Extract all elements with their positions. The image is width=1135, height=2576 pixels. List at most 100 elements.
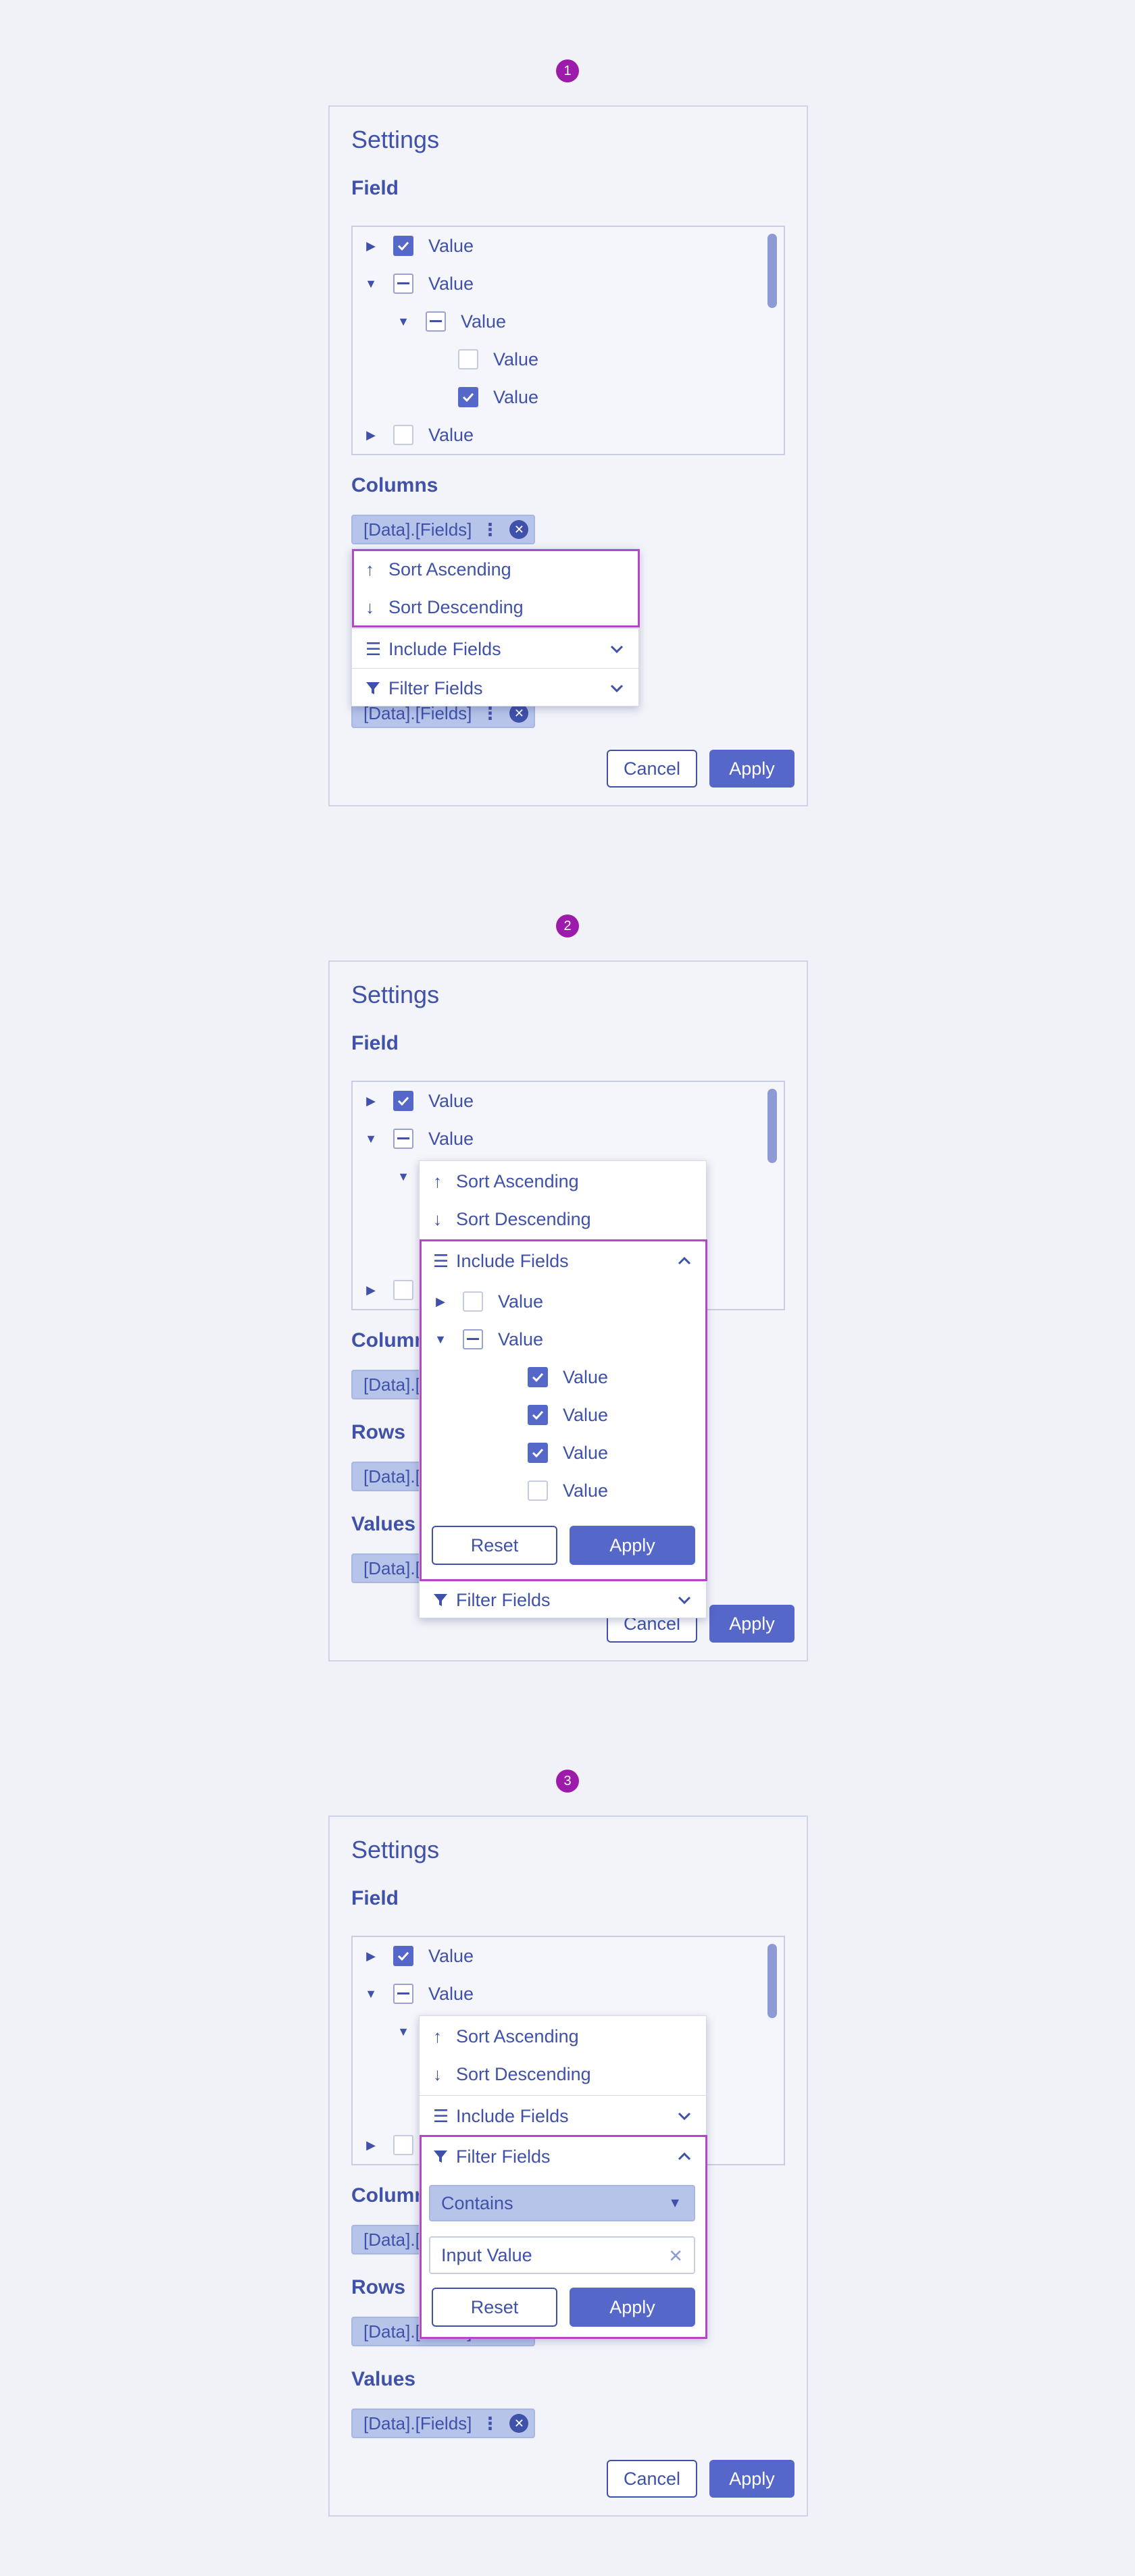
field-tree-scrollbar[interactable] xyxy=(767,1089,777,1163)
checkbox-unchecked[interactable] xyxy=(393,425,413,445)
chip-context-menu: ↑ Sort Ascending ↓ Sort Descending ☰ Inc… xyxy=(419,1160,707,1618)
arrow-up-icon: ↑ xyxy=(433,1170,442,1191)
funnel-icon xyxy=(365,681,388,696)
chip-label: [Data].[Fields] xyxy=(363,519,472,540)
tree-row-label: Value xyxy=(428,424,474,445)
menu-item-label: Sort Descending xyxy=(456,1208,591,1229)
checkbox-partial[interactable] xyxy=(393,274,413,294)
tree-row-label: Value xyxy=(461,311,507,332)
tree-row[interactable]: ▶ Value xyxy=(363,232,474,259)
menu-item-label: Sort Descending xyxy=(456,2063,591,2084)
remove-chip-icon[interactable]: ✕ xyxy=(509,2414,529,2433)
field-tree-scrollbar[interactable] xyxy=(767,234,777,308)
menu-item-label: Filter Fields xyxy=(456,1589,551,1610)
tree-row[interactable]: ▼ Value xyxy=(363,1125,474,1152)
columns-chip[interactable]: [Data].[Fields] ⋮ ✕ xyxy=(351,515,535,544)
caret-right-icon[interactable]: ▶ xyxy=(363,2138,378,2153)
tree-row[interactable]: ▼ Value xyxy=(396,308,506,335)
tree-row[interactable]: ▼ Value xyxy=(428,384,538,411)
cancel-button[interactable]: Cancel xyxy=(607,750,697,788)
sort-ascending-item[interactable]: ↑ Sort Ascending xyxy=(420,2017,706,2055)
tree-row-label: Value xyxy=(428,1090,474,1111)
list-icon: ☰ xyxy=(365,638,382,659)
cancel-button[interactable]: Cancel xyxy=(607,2460,697,2498)
menu-divider xyxy=(420,2095,706,2096)
sort-group-highlight xyxy=(352,549,640,627)
apply-button[interactable]: Apply xyxy=(709,750,794,788)
settings-panel: Settings Field ▶ Value ▼ Value ▼ Value ▼… xyxy=(328,105,808,806)
caret-down-icon[interactable]: ▼ xyxy=(363,1987,378,2001)
checkbox-partial[interactable] xyxy=(393,1984,413,2004)
tree-row[interactable]: ▶ Value xyxy=(363,1087,474,1114)
step-badge: 3 xyxy=(556,1770,579,1793)
checkbox-unchecked[interactable] xyxy=(458,349,478,369)
checkbox-checked[interactable] xyxy=(393,236,413,256)
remove-chip-icon[interactable]: ✕ xyxy=(509,520,529,539)
funnel-icon xyxy=(433,1593,456,1607)
checkbox-unchecked[interactable] xyxy=(393,1280,413,1300)
menu-divider xyxy=(352,668,638,669)
caret-right-icon[interactable]: ▶ xyxy=(363,1949,378,1963)
caret-right-icon[interactable]: ▶ xyxy=(363,1283,378,1297)
tree-row-label: Value xyxy=(428,273,474,294)
menu-item-label: Include Fields xyxy=(388,638,501,659)
tree-row[interactable]: ▼ Value xyxy=(363,1980,474,2007)
caret-right-icon[interactable]: ▶ xyxy=(363,1094,378,1108)
chevron-down-icon xyxy=(676,1592,692,1608)
values-label: Values xyxy=(351,1513,416,1535)
checkbox-checked[interactable] xyxy=(458,387,478,407)
checkbox-checked[interactable] xyxy=(393,1091,413,1111)
checkbox-partial[interactable] xyxy=(426,311,446,332)
values-chip[interactable]: [Data].[Fields] ⋮ ✕ xyxy=(351,2408,535,2438)
caret-down-icon[interactable]: ▼ xyxy=(396,1170,411,1184)
filter-fields-highlight xyxy=(420,2135,707,2339)
include-fields-item[interactable]: ☰ Include Fields xyxy=(352,630,638,668)
field-label: Field xyxy=(351,177,399,199)
tree-row-label: Value xyxy=(428,235,474,256)
menu-item-label: Include Fields xyxy=(456,2105,569,2126)
chevron-down-icon xyxy=(609,641,625,657)
tree-row[interactable]: ▼ xyxy=(396,2018,411,2045)
menu-item-label: Filter Fields xyxy=(388,677,483,698)
apply-button[interactable]: Apply xyxy=(709,2460,794,2498)
panel-title: Settings xyxy=(351,126,440,153)
filter-fields-item[interactable]: Filter Fields xyxy=(420,1581,706,1619)
settings-panel: Settings Field ▶ Value ▼ Value ▼ ▶ Colum… xyxy=(328,960,808,1661)
filter-fields-item[interactable]: Filter Fields xyxy=(352,669,638,707)
tree-row[interactable]: ▼ Value xyxy=(363,270,474,297)
values-label: Values xyxy=(351,2368,416,2390)
sort-ascending-item[interactable]: ↑ Sort Ascending xyxy=(420,1162,706,1200)
caret-down-icon[interactable]: ▼ xyxy=(396,315,411,329)
tree-row[interactable]: ▶ Value xyxy=(363,421,474,448)
caret-down-icon[interactable]: ▼ xyxy=(396,2025,411,2039)
sort-descending-item[interactable]: ↓ Sort Descending xyxy=(420,2055,706,2093)
caret-right-icon[interactable]: ▶ xyxy=(363,428,378,442)
sort-descending-item[interactable]: ↓ Sort Descending xyxy=(420,1200,706,1238)
field-label: Field xyxy=(351,1032,399,1054)
checkbox-unchecked[interactable] xyxy=(393,2135,413,2155)
arrow-down-icon: ↓ xyxy=(433,1208,442,1229)
list-icon: ☰ xyxy=(433,2105,449,2126)
checkbox-partial[interactable] xyxy=(393,1129,413,1149)
kebab-menu-icon[interactable]: ⋮ xyxy=(481,2413,499,2434)
tree-row-label: Value xyxy=(428,1983,474,2004)
caret-down-icon[interactable]: ▼ xyxy=(363,1132,378,1146)
arrow-down-icon: ↓ xyxy=(433,2063,442,2084)
field-tree-scrollbar[interactable] xyxy=(767,1944,777,2018)
checkbox-checked[interactable] xyxy=(393,1946,413,1966)
caret-right-icon[interactable]: ▶ xyxy=(363,239,378,253)
caret-down-icon[interactable]: ▼ xyxy=(363,277,378,291)
include-fields-highlight xyxy=(420,1239,707,1581)
tree-row[interactable]: ▼ Value xyxy=(428,346,538,373)
chip-context-menu: ↑ Sort Ascending ↓ Sort Descending ☰ Inc… xyxy=(419,2015,707,2339)
menu-item-label: Sort Ascending xyxy=(456,1170,579,1191)
apply-button[interactable]: Apply xyxy=(709,1605,794,1643)
include-fields-item[interactable]: ☰ Include Fields xyxy=(420,2097,706,2135)
settings-panel: Settings Field ▶ Value ▼ Value ▼ ▶ Colum… xyxy=(328,1815,808,2517)
tree-row-label: Value xyxy=(493,386,539,407)
menu-item-label: Sort Ascending xyxy=(456,2026,579,2046)
kebab-menu-icon[interactable]: ⋮ xyxy=(481,519,499,540)
tree-row[interactable]: ▼ xyxy=(396,1163,411,1190)
tree-row-label: Value xyxy=(428,1945,474,1966)
tree-row[interactable]: ▶ Value xyxy=(363,1942,474,1969)
